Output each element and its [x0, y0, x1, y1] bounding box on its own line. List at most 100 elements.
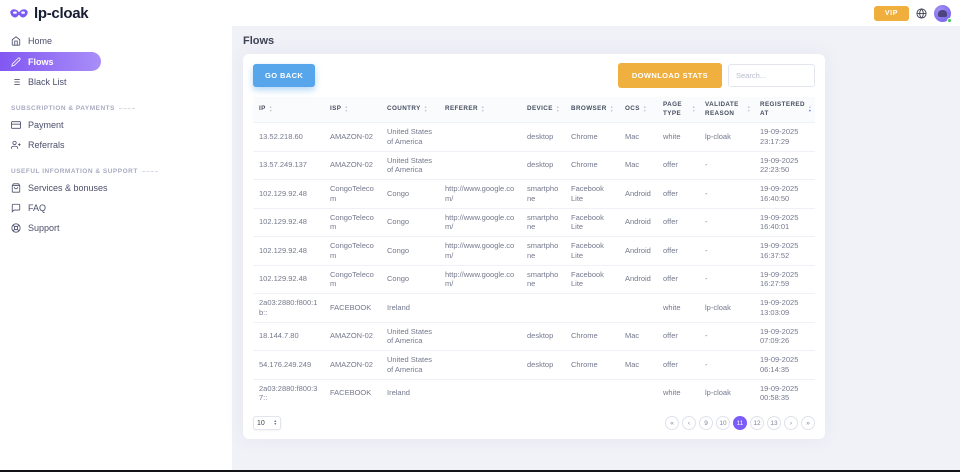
sort-icon: ▲▼: [556, 106, 560, 113]
cell-isp: CongoTelecom: [324, 266, 381, 294]
cell-referer: [439, 152, 521, 180]
go-back-button[interactable]: GO BACK: [253, 64, 315, 87]
sidebar-item-home[interactable]: Home: [0, 31, 232, 51]
home-icon: [11, 36, 21, 46]
sidebar-item-support[interactable]: Support: [0, 218, 232, 238]
cell-validate-reason: -: [699, 351, 754, 379]
column-header-ocs[interactable]: OCS▲▼: [619, 101, 657, 118]
mask-icon: [9, 7, 29, 19]
sidebar-item-flows[interactable]: Flows: [0, 52, 101, 71]
column-header-validate-reason[interactable]: Validate Reason▲▼: [699, 97, 754, 122]
column-label: Referer: [445, 105, 478, 114]
first-page-button[interactable]: «: [665, 416, 679, 430]
sort-icon: ▲▼: [747, 106, 751, 113]
page-button-12[interactable]: 12: [750, 416, 764, 430]
cell-isp: AMAZON-02: [324, 351, 381, 379]
prev-page-button[interactable]: ‹: [682, 416, 696, 430]
cell-validate-reason: -: [699, 323, 754, 351]
page-button-9[interactable]: 9: [699, 416, 713, 430]
table-footer: 10 ▲▼ «‹910111213›»: [253, 416, 815, 430]
cell-validate-reason: -: [699, 209, 754, 237]
brand-name: lp-cloak: [34, 5, 88, 22]
page-button-13[interactable]: 13: [767, 416, 781, 430]
cell-isp: CongoTelecom: [324, 180, 381, 208]
cell-country: United States of America: [381, 351, 439, 379]
flows-card: GO BACK DOWNLOAD STATS IP▲▼ISP▲▼Country▲…: [243, 54, 825, 439]
sidebar-item-services-bonuses[interactable]: Services & bonuses: [0, 178, 232, 198]
cell-validate-reason: -: [699, 180, 754, 208]
life-buoy-icon: [11, 223, 21, 233]
column-header-country[interactable]: Country▲▼: [381, 101, 439, 118]
cell-ip: 13.52.218.60: [253, 123, 324, 151]
cell-registered-at: 19-09-2025 16:27:59: [754, 266, 815, 294]
cell-registered-at: 19-09-2025 23:17:29: [754, 123, 815, 151]
cell-ocs: [619, 380, 657, 408]
cell-device: [521, 380, 565, 408]
cell-ocs: Android: [619, 209, 657, 237]
cell-referer: [439, 294, 521, 322]
sort-icon: ▲▼: [481, 106, 485, 113]
cell-country: Congo: [381, 237, 439, 265]
cell-device: desktop: [521, 323, 565, 351]
cell-validate-reason: -: [699, 266, 754, 294]
sort-icon: ▲▼: [269, 106, 273, 113]
cell-browser: Facebook Lite: [565, 180, 619, 208]
vip-button[interactable]: VIP: [874, 6, 909, 21]
sidebar-item-black-list[interactable]: Black List: [0, 72, 232, 92]
cell-registered-at: 19-09-2025 16:37:52: [754, 237, 815, 265]
globe-icon[interactable]: [916, 8, 927, 19]
cell-validate-reason: -: [699, 237, 754, 265]
cell-ocs: Mac: [619, 351, 657, 379]
cell-isp: FACEBOOK: [324, 294, 381, 322]
next-page-button[interactable]: ›: [784, 416, 798, 430]
shopping-bag-icon: [11, 183, 21, 193]
search-input[interactable]: [728, 64, 815, 87]
cell-ip: 2a03:2880:f800:37::: [253, 380, 324, 408]
cell-country: Congo: [381, 180, 439, 208]
page-title: Flows: [243, 35, 960, 47]
cell-referer: http://www.google.com/: [439, 180, 521, 208]
cell-registered-at: 19-09-2025 13:03:09: [754, 294, 815, 322]
column-header-ip[interactable]: IP▲▼: [253, 101, 324, 118]
column-header-registered-at[interactable]: Registered At▲▼: [754, 97, 815, 122]
page-button-10[interactable]: 10: [716, 416, 730, 430]
sort-icon: ▲▼: [344, 106, 348, 113]
cell-ip: 102.129.92.48: [253, 266, 324, 294]
sidebar: Home Flows Black List SUBSCRIPTION & PAY…: [0, 26, 232, 470]
column-header-device[interactable]: Device▲▼: [521, 101, 565, 118]
sidebar-item-referrals[interactable]: Referrals: [0, 135, 232, 155]
cell-page-type: offer: [657, 351, 699, 379]
cell-registered-at: 19-09-2025 16:40:50: [754, 180, 815, 208]
user-avatar[interactable]: [934, 5, 951, 22]
cell-registered-at: 19-09-2025 07:09:26: [754, 323, 815, 351]
cell-referer: [439, 351, 521, 379]
sidebar-item-payment[interactable]: Payment: [0, 115, 232, 135]
column-header-browser[interactable]: Browser▲▼: [565, 101, 619, 118]
cell-referer: http://www.google.com/: [439, 237, 521, 265]
download-stats-button[interactable]: DOWNLOAD STATS: [618, 63, 722, 88]
column-header-page-type[interactable]: Page Type▲▼: [657, 97, 699, 122]
cell-isp: FACEBOOK: [324, 380, 381, 408]
sidebar-item-faq[interactable]: FAQ: [0, 198, 232, 218]
brand-logo[interactable]: lp-cloak: [9, 5, 88, 22]
sidebar-item-label: Services & bonuses: [28, 183, 108, 193]
last-page-button[interactable]: »: [801, 416, 815, 430]
column-header-referer[interactable]: Referer▲▼: [439, 101, 521, 118]
cell-ip: 102.129.92.48: [253, 180, 324, 208]
table-row: 18.144.7.80AMAZON-02United States of Ame…: [253, 322, 815, 351]
cell-device: smartphone: [521, 180, 565, 208]
cell-browser: Facebook Lite: [565, 266, 619, 294]
cell-referer: [439, 323, 521, 351]
cell-device: desktop: [521, 123, 565, 151]
cell-ip: 13.57.249.137: [253, 152, 324, 180]
cell-page-type: offer: [657, 237, 699, 265]
cell-referer: http://www.google.com/: [439, 209, 521, 237]
page-size-select[interactable]: 10 ▲▼: [253, 416, 281, 430]
page-button-11[interactable]: 11: [733, 416, 747, 430]
column-header-isp[interactable]: ISP▲▼: [324, 101, 381, 118]
sidebar-item-label: Payment: [28, 120, 64, 130]
top-header: lp-cloak VIP: [0, 0, 960, 26]
cell-browser: Facebook Lite: [565, 209, 619, 237]
cell-page-type: offer: [657, 323, 699, 351]
page-size-value: 10: [257, 420, 265, 427]
